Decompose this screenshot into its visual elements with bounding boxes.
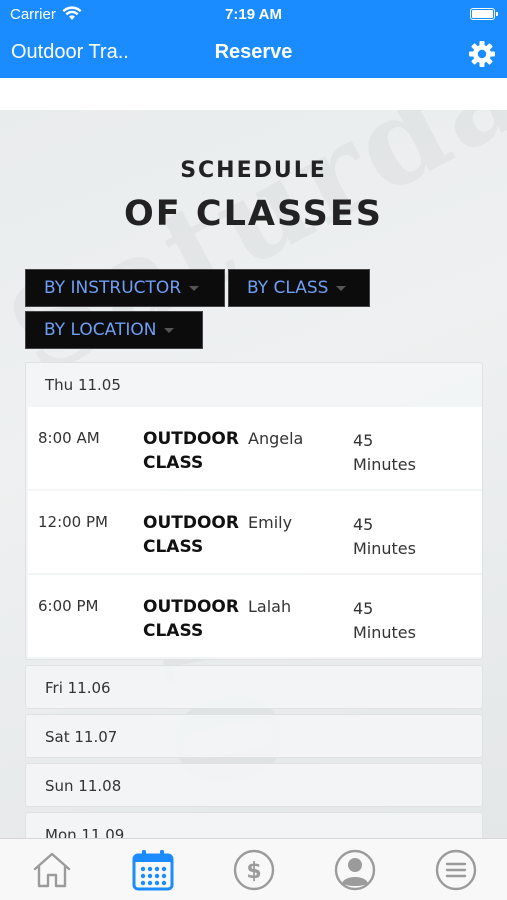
day-header[interactable]: Sat 11.07 [25, 714, 483, 758]
tab-bar: $ [0, 838, 507, 900]
profile-icon[interactable] [332, 847, 378, 893]
filter-label: BY CLASS [247, 278, 329, 298]
day-header[interactable]: Sun 11.08 [25, 763, 483, 807]
class-name-line: OUTDOOR [143, 597, 239, 617]
class-name-line: CLASS [143, 621, 204, 641]
schedule-heading: SCHEDULE [180, 158, 327, 183]
class-row[interactable]: 8:00 AM OUTDOOR CLASS Angela 45 Minutes [28, 407, 482, 489]
class-instructor: Emily [248, 513, 293, 532]
nav-bar: Outdoor Tra.. Reserve [0, 30, 507, 78]
day-header[interactable]: Thu 11.05 [26, 363, 482, 407]
caret-down-icon [189, 285, 200, 291]
filter-by-location-button[interactable]: BY LOCATION [25, 311, 203, 349]
class-instructor: Lalah [248, 597, 292, 616]
class-name: OUTDOOR CLASS [143, 595, 248, 643]
day-header[interactable]: Mon 11.09 [25, 812, 483, 838]
menu-icon[interactable] [433, 847, 479, 893]
day-group: Thu 11.05 8:00 AM OUTDOOR CLASS Angela 45… [25, 362, 483, 660]
dollar-icon[interactable]: $ [231, 847, 277, 893]
class-time: 8:00 AM [38, 429, 100, 447]
caret-down-icon [336, 285, 347, 291]
class-time: 6:00 PM [38, 597, 99, 615]
class-time: 12:00 PM [38, 513, 108, 531]
class-duration: 45 Minutes [353, 513, 433, 561]
class-row[interactable]: 6:00 PM OUTDOOR CLASS Lalah 45 Minutes [28, 575, 482, 657]
filter-label: BY INSTRUCTOR [44, 278, 182, 298]
duration-value: 45 [353, 599, 374, 618]
svg-text:$: $ [246, 859, 261, 884]
duration-value: 45 [353, 515, 374, 534]
gear-icon[interactable] [467, 39, 497, 69]
filter-label: BY LOCATION [44, 320, 157, 340]
filter-by-class-button[interactable]: BY CLASS [228, 269, 370, 307]
class-name: OUTDOOR CLASS [143, 427, 248, 475]
schedule-content[interactable]: Saturda 10 SCHEDULE OF CLASSES BY INSTRU… [0, 110, 507, 838]
class-duration: 45 Minutes [353, 597, 433, 645]
filter-by-instructor-button[interactable]: BY INSTRUCTOR [25, 269, 225, 307]
battery-icon [470, 8, 498, 20]
class-name-line: CLASS [143, 537, 204, 557]
class-row[interactable]: 12:00 PM OUTDOOR CLASS Emily 45 Minutes [28, 491, 482, 573]
class-name-line: CLASS [143, 453, 204, 473]
duration-unit: Minutes [353, 455, 416, 474]
class-name-line: OUTDOOR [143, 429, 239, 449]
class-duration: 45 Minutes [353, 429, 433, 477]
schedule-heading-main: OF CLASSES [124, 194, 383, 234]
background-watermark: Saturda [0, 110, 507, 404]
caret-down-icon [164, 327, 175, 333]
day-header[interactable]: Fri 11.06 [25, 665, 483, 709]
class-name: OUTDOOR CLASS [143, 511, 248, 559]
duration-unit: Minutes [353, 623, 416, 642]
status-bar: Carrier 7:19 AM [0, 0, 507, 30]
nav-spacer [0, 78, 507, 110]
clock: 7:19 AM [225, 6, 282, 23]
duration-value: 45 [353, 431, 374, 450]
home-icon[interactable] [29, 847, 75, 893]
page-title: Reserve [214, 41, 293, 63]
duration-unit: Minutes [353, 539, 416, 558]
schedule-list: Thu 11.05 8:00 AM OUTDOOR CLASS Angela 45… [25, 362, 483, 838]
class-instructor: Angela [248, 429, 304, 448]
calendar-icon[interactable] [130, 847, 176, 893]
class-name-line: OUTDOOR [143, 513, 239, 533]
